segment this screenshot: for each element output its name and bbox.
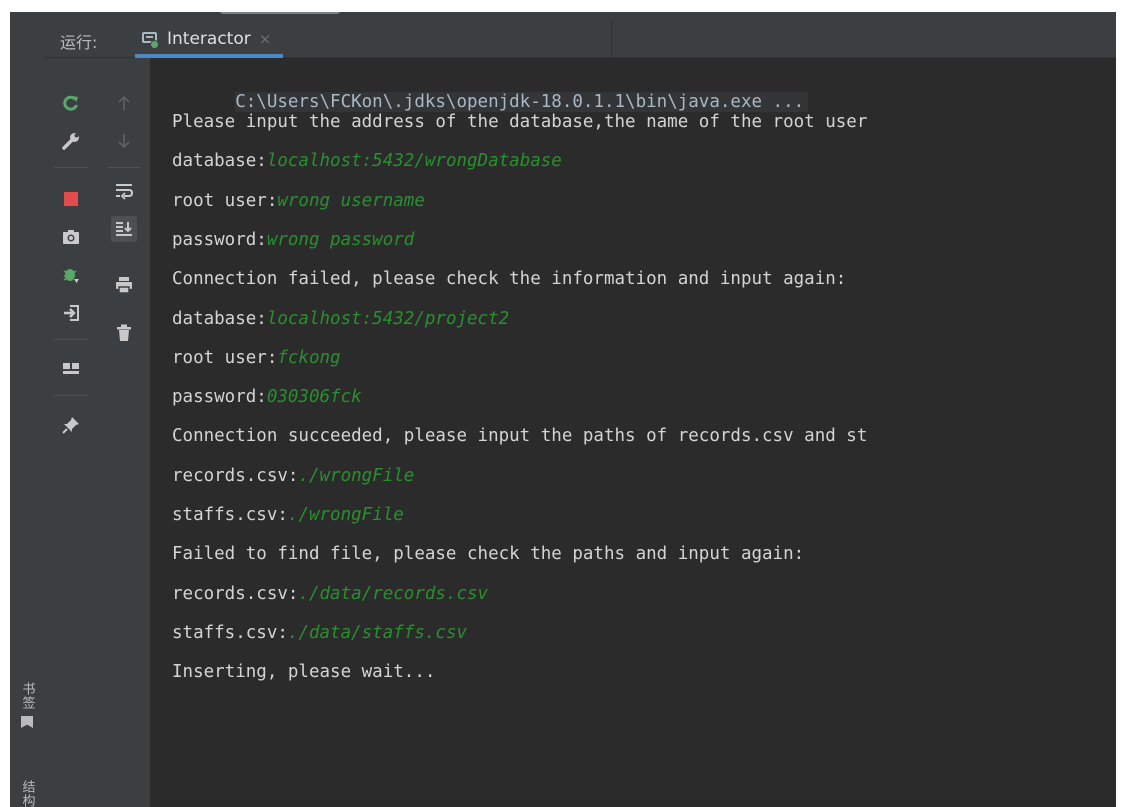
tab-interactor[interactable]: Interactor × <box>135 20 283 58</box>
console-line: database:localhost:5432/wrongDatabase <box>172 151 562 171</box>
console-line: staffs.csv:./data/staffs.csv <box>172 623 467 643</box>
console-output-text: Failed to find file, please check the pa… <box>172 544 805 564</box>
scroll-to-end-button[interactable] <box>111 216 137 242</box>
attach-button[interactable] <box>58 300 84 326</box>
console-user-input: fckong <box>277 348 341 368</box>
console-line: Please input the address of the database… <box>172 112 867 132</box>
console-line: records.csv:./data/records.csv <box>172 584 488 604</box>
structure-label: 结构 <box>19 780 35 807</box>
console-output[interactable]: C:\Users\FCKon\.jdks\openjdk-18.0.1.1\bi… <box>151 58 1116 807</box>
clear-all-button[interactable] <box>111 320 137 346</box>
console-user-input: localhost:5432/project2 <box>266 309 510 329</box>
arrow-down-icon <box>118 134 130 149</box>
debug-button[interactable] <box>58 262 84 288</box>
print-button[interactable] <box>111 272 137 298</box>
console-output-text: root user: <box>172 348 278 368</box>
trash-icon <box>117 324 131 341</box>
bookmarks-label: 书签 <box>19 682 35 710</box>
bookmarks-tool-button[interactable]: 书签 <box>16 682 38 728</box>
scroll-to-end-icon <box>116 222 132 236</box>
console-line: Connection failed, please check the info… <box>172 269 846 289</box>
console-user-input: localhost:5432/wrongDatabase <box>266 151 562 171</box>
console-output-text: Connection failed, please check the info… <box>172 269 847 289</box>
scroll-down-button[interactable] <box>111 128 137 154</box>
settings-button[interactable] <box>58 128 84 154</box>
console-user-input: ./wrongFile <box>287 505 404 525</box>
console-user-input: wrong password <box>266 230 415 250</box>
stop-icon <box>64 192 78 206</box>
console-user-input: 030306fck <box>266 387 362 407</box>
console-user-input: wrong username <box>277 191 425 211</box>
tab-divider <box>611 20 612 57</box>
console-line: Failed to find file, please check the pa… <box>172 544 804 564</box>
login-icon <box>64 305 79 321</box>
console-output-text: Inserting, please wait... <box>172 662 436 682</box>
arrow-up-icon <box>118 95 130 110</box>
pin-tab-button[interactable] <box>58 412 84 438</box>
editor-edge <box>10 12 1116 20</box>
console-toolbar <box>98 58 151 807</box>
camera-icon <box>63 230 79 244</box>
run-toolbar <box>44 58 99 807</box>
toolbar-divider <box>108 167 140 168</box>
debug-icon <box>63 269 79 283</box>
dump-threads-button[interactable] <box>58 224 84 250</box>
java-command[interactable]: C:\Users\FCKon\.jdks\openjdk-18.0.1.1\bi… <box>235 92 809 112</box>
console-line: records.csv:./wrongFile <box>172 466 414 486</box>
toolbar-divider <box>54 395 88 396</box>
stop-button[interactable] <box>58 186 84 212</box>
structure-tool-button[interactable]: 结构 <box>16 780 38 807</box>
console-user-input: ./data/staffs.csv <box>287 623 468 643</box>
pin-icon <box>62 417 79 434</box>
console-output-text: records.csv: <box>172 466 299 486</box>
console-output-text: database: <box>172 309 267 329</box>
console-line: password:030306fck <box>172 387 362 407</box>
layout-icon <box>63 363 79 374</box>
console-output-text: database: <box>172 151 267 171</box>
console-user-input: ./data/records.csv <box>298 584 489 604</box>
console-user-input: ./wrongFile <box>298 466 415 486</box>
scroll-up-button[interactable] <box>111 90 137 116</box>
console-line: Inserting, please wait... <box>172 662 435 682</box>
soft-wrap-icon <box>116 184 134 200</box>
console-line: root user:wrong username <box>172 191 425 211</box>
console-output-text: root user: <box>172 191 278 211</box>
toolbar-divider <box>54 167 88 168</box>
ide-window: 书签 结构 运行: Interactor × C:\Users\FCKon\.j… <box>10 12 1116 807</box>
console-output-text: staffs.csv: <box>172 505 288 525</box>
console-output-text: records.csv: <box>172 584 299 604</box>
side-tool-strip: 书签 结构 <box>10 20 45 807</box>
toolbar-divider <box>54 339 88 340</box>
console-line: database:localhost:5432/project2 <box>172 309 509 329</box>
layout-button[interactable] <box>58 356 84 382</box>
close-icon[interactable]: × <box>259 30 272 48</box>
console-line: Connection succeeded, please input the p… <box>172 426 867 446</box>
console-output-text: password: <box>172 387 267 407</box>
rerun-button[interactable] <box>58 90 84 116</box>
console-output-text: Please input the address of the database… <box>172 112 868 132</box>
console-line: password:wrong password <box>172 230 414 250</box>
console-output-text: staffs.csv: <box>172 623 288 643</box>
tab-title: Interactor <box>167 28 251 49</box>
run-label: 运行: <box>60 33 98 52</box>
rerun-icon <box>63 95 78 111</box>
bookmark-icon <box>21 716 33 728</box>
wrench-icon <box>62 133 79 150</box>
clipped-editor-text <box>220 12 340 14</box>
run-tab-bar: 运行: Interactor × <box>44 20 1116 58</box>
console-line: staffs.csv:./wrongFile <box>172 505 404 525</box>
console-output-text: password: <box>172 230 267 250</box>
console-output-text: Connection succeeded, please input the p… <box>172 426 868 446</box>
console-line: root user:fckong <box>172 348 341 368</box>
print-icon <box>116 277 132 294</box>
soft-wrap-button[interactable] <box>111 178 137 204</box>
console-icon <box>141 31 161 49</box>
